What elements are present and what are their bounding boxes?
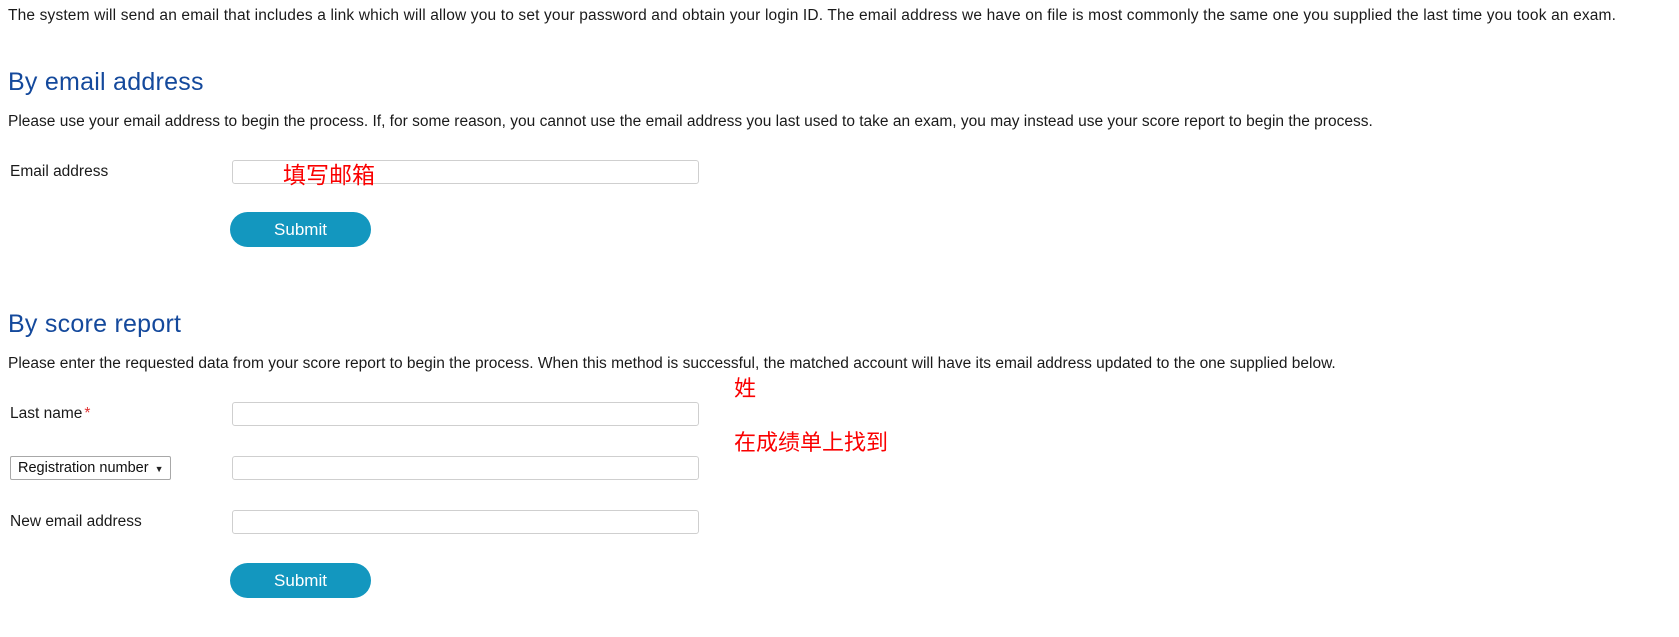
id-type-selected-value: Registration number bbox=[18, 460, 149, 476]
new-email-address-label: New email address bbox=[10, 513, 142, 530]
last-name-required-asterisk: * bbox=[84, 405, 91, 422]
chevron-down-icon: ▼ bbox=[154, 463, 164, 474]
by-score-report-description: Please enter the requested data from you… bbox=[8, 355, 1336, 372]
score-submit-row: Submit bbox=[8, 563, 1671, 598]
by-email-address-description: Please use your email address to begin t… bbox=[8, 113, 1373, 130]
email-address-label: Email address bbox=[10, 163, 109, 180]
new-email-address-input[interactable] bbox=[232, 510, 699, 534]
last-name-row: Last name * bbox=[8, 395, 1671, 433]
intro-paragraph: The system will send an email that inclu… bbox=[8, 7, 1617, 24]
email-submit-row: Submit bbox=[8, 212, 1671, 247]
id-type-select-wrap: Registration number ▼ bbox=[8, 456, 232, 480]
score-submit-button[interactable]: Submit bbox=[230, 563, 371, 598]
new-email-row: New email address bbox=[8, 503, 1671, 541]
email-form: Email address Submit bbox=[8, 153, 1671, 247]
id-type-select[interactable]: Registration number ▼ bbox=[10, 456, 171, 480]
last-name-label: Last name * bbox=[8, 404, 232, 424]
last-name-input[interactable] bbox=[232, 402, 699, 426]
email-address-row: Email address bbox=[8, 153, 1671, 191]
by-email-address-heading: By email address bbox=[8, 68, 204, 96]
password-recovery-page: The system will send an email that inclu… bbox=[0, 0, 1679, 637]
email-submit-button[interactable]: Submit bbox=[230, 212, 371, 247]
by-score-report-heading: By score report bbox=[8, 310, 182, 338]
last-name-label-text: Last name bbox=[10, 405, 83, 422]
email-address-input[interactable] bbox=[232, 160, 699, 184]
score-report-form: Last name * Registration number ▼ New emai… bbox=[8, 395, 1671, 598]
id-type-row: Registration number ▼ bbox=[8, 449, 1671, 487]
id-number-input[interactable] bbox=[232, 456, 699, 480]
